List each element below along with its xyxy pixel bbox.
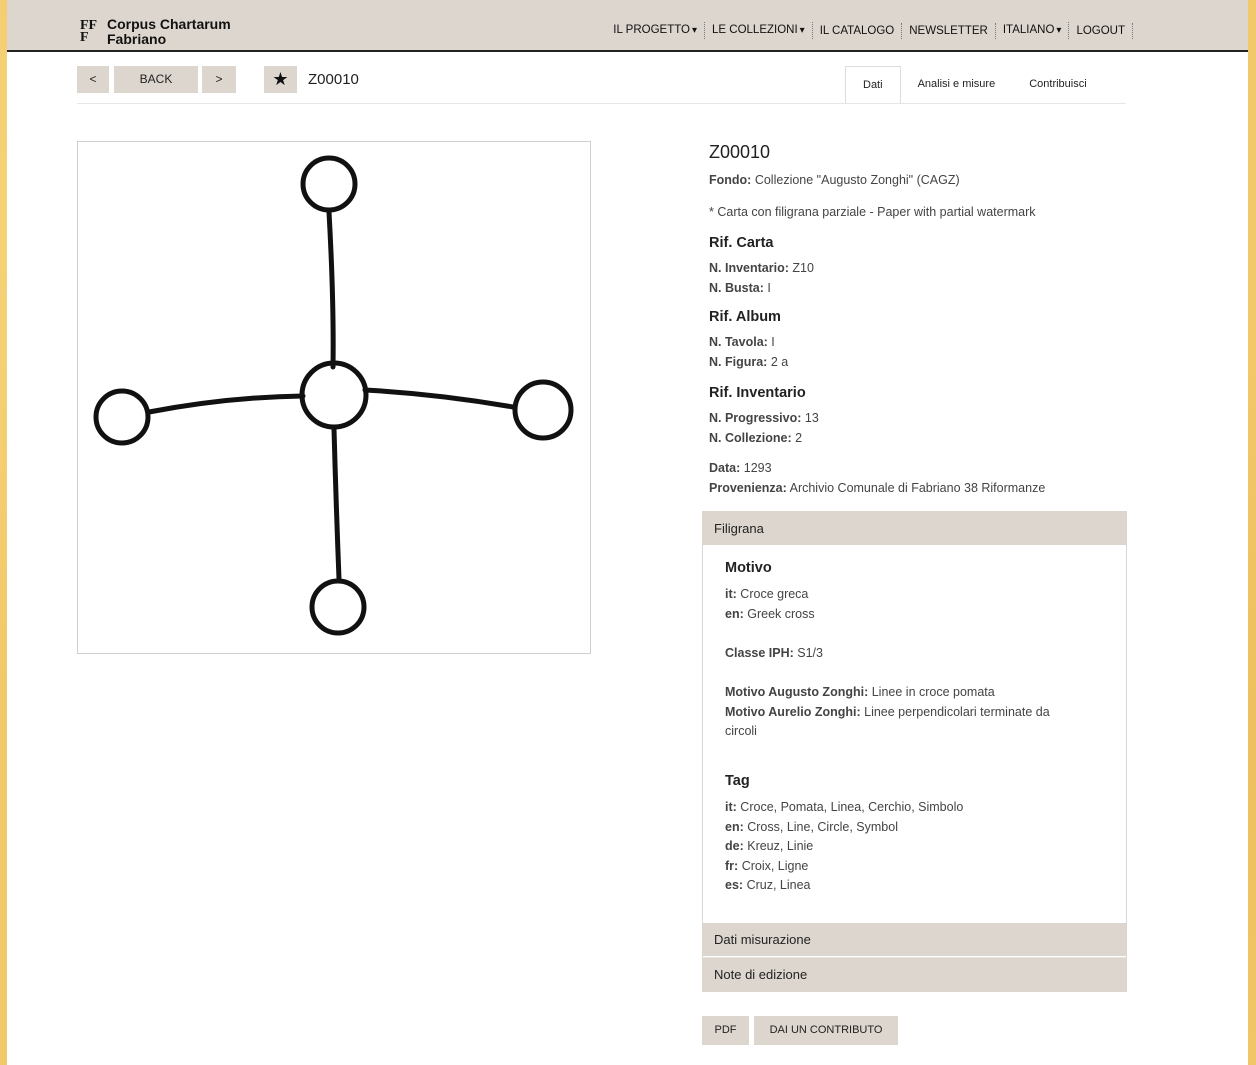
tag-it: it: Croce, Pomata, Linea, Cerchio, Simbo… (725, 800, 964, 814)
logo-text: Corpus Chartarum Fabriano (107, 16, 231, 47)
top-navbar: FF F Corpus Chartarum Fabriano IL PROGET… (7, 0, 1248, 52)
detail-tabs: Dati Analisi e misure Contribuisci (845, 66, 1104, 104)
contribute-button[interactable]: DAI UN CONTRIBUTO (754, 1016, 898, 1045)
logo-mark: FF F (80, 18, 98, 45)
motivo-augusto: Motivo Augusto Zonghi: Linee in croce po… (725, 685, 995, 699)
accordion-panel: Filigrana Motivo it: Croce greca en: Gre… (702, 511, 1127, 992)
busta-line: N. Busta: I (709, 281, 771, 295)
accordion-filigrana[interactable]: Filigrana (703, 512, 1126, 545)
next-button[interactable]: > (202, 66, 236, 93)
provenienza-line: Provenienza: Archivio Comunale di Fabria… (709, 481, 1046, 495)
tag-es: es: Cruz, Linea (725, 878, 811, 892)
motivo-en: en: Greek cross (725, 607, 815, 621)
watermark-image[interactable] (77, 141, 591, 654)
tag-heading: Tag (725, 773, 750, 789)
site-logo[interactable]: FF F Corpus Chartarum Fabriano (80, 17, 231, 47)
accordion-note-edizione[interactable]: Note di edizione (703, 957, 1126, 991)
favorite-star-icon[interactable]: ★ (264, 66, 297, 93)
tag-de: de: Kreuz, Linie (725, 839, 814, 853)
classe-iph: Classe IPH: S1/3 (725, 646, 823, 660)
back-button[interactable]: BACK (114, 66, 198, 93)
watermark-drawing (93, 155, 574, 636)
nav-newsletter[interactable]: NEWSLETTER (902, 22, 996, 39)
caret-icon: ▾ (691, 25, 698, 36)
motivo-aurelio: Motivo Aurelio Zonghi: Linee perpendicol… (725, 705, 1050, 719)
motivo-heading: Motivo (725, 560, 772, 576)
accordion-misurazione[interactable]: Dati misurazione (703, 923, 1126, 956)
rif-inventario-heading: Rif. Inventario (709, 385, 806, 401)
record-title: Z00010 (709, 142, 771, 162)
tab-divider (77, 103, 1126, 104)
tab-contribuisci[interactable]: Contribuisci (1012, 66, 1103, 102)
collezione-line: N. Collezione: 2 (709, 431, 803, 445)
rif-carta-heading: Rif. Carta (709, 235, 774, 251)
progressivo-line: N. Progressivo: 13 (709, 411, 819, 425)
inventario-line: N. Inventario: Z10 (709, 261, 814, 275)
tag-fr: fr: Croix, Ligne (725, 859, 809, 873)
caret-icon: ▾ (1056, 25, 1062, 36)
paper-note: * Carta con filigrana parziale - Paper w… (709, 205, 1036, 219)
page: FF F Corpus Chartarum Fabriano IL PROGET… (7, 0, 1248, 1065)
prev-button[interactable]: < (77, 66, 109, 93)
tag-en: en: Cross, Line, Circle, Symbol (725, 820, 898, 834)
main-nav: IL PROGETTO ▾ LE COLLEZIONI ▾ IL CATALOGO … (606, 22, 1133, 39)
rif-album-heading: Rif. Album (709, 309, 781, 325)
nav-language[interactable]: ITALIANO ▾ (996, 22, 1070, 39)
caret-icon: ▾ (799, 25, 805, 36)
nav-logout[interactable]: LOGOUT (1069, 22, 1133, 39)
motivo-aurelio-cont: circoli (725, 724, 757, 738)
motivo-it: it: Croce greca (725, 587, 809, 601)
figura-line: N. Figura: 2 a (709, 355, 789, 369)
tavola-line: N. Tavola: I (709, 335, 775, 349)
pdf-button[interactable]: PDF (702, 1016, 749, 1045)
toolbar-record-id: Z00010 (308, 71, 359, 88)
fondo-line: Fondo: Collezione "Augusto Zonghi" (CAGZ… (709, 173, 960, 187)
nav-progetto[interactable]: IL PROGETTO ▾ (606, 22, 706, 39)
tab-analisi[interactable]: Analisi e misure (901, 66, 1013, 102)
data-line: Data: 1293 (709, 461, 772, 475)
nav-collezioni[interactable]: LE COLLEZIONI ▾ (705, 22, 813, 39)
tab-dati[interactable]: Dati (845, 66, 901, 104)
nav-catalogo[interactable]: IL CATALOGO (813, 22, 903, 39)
